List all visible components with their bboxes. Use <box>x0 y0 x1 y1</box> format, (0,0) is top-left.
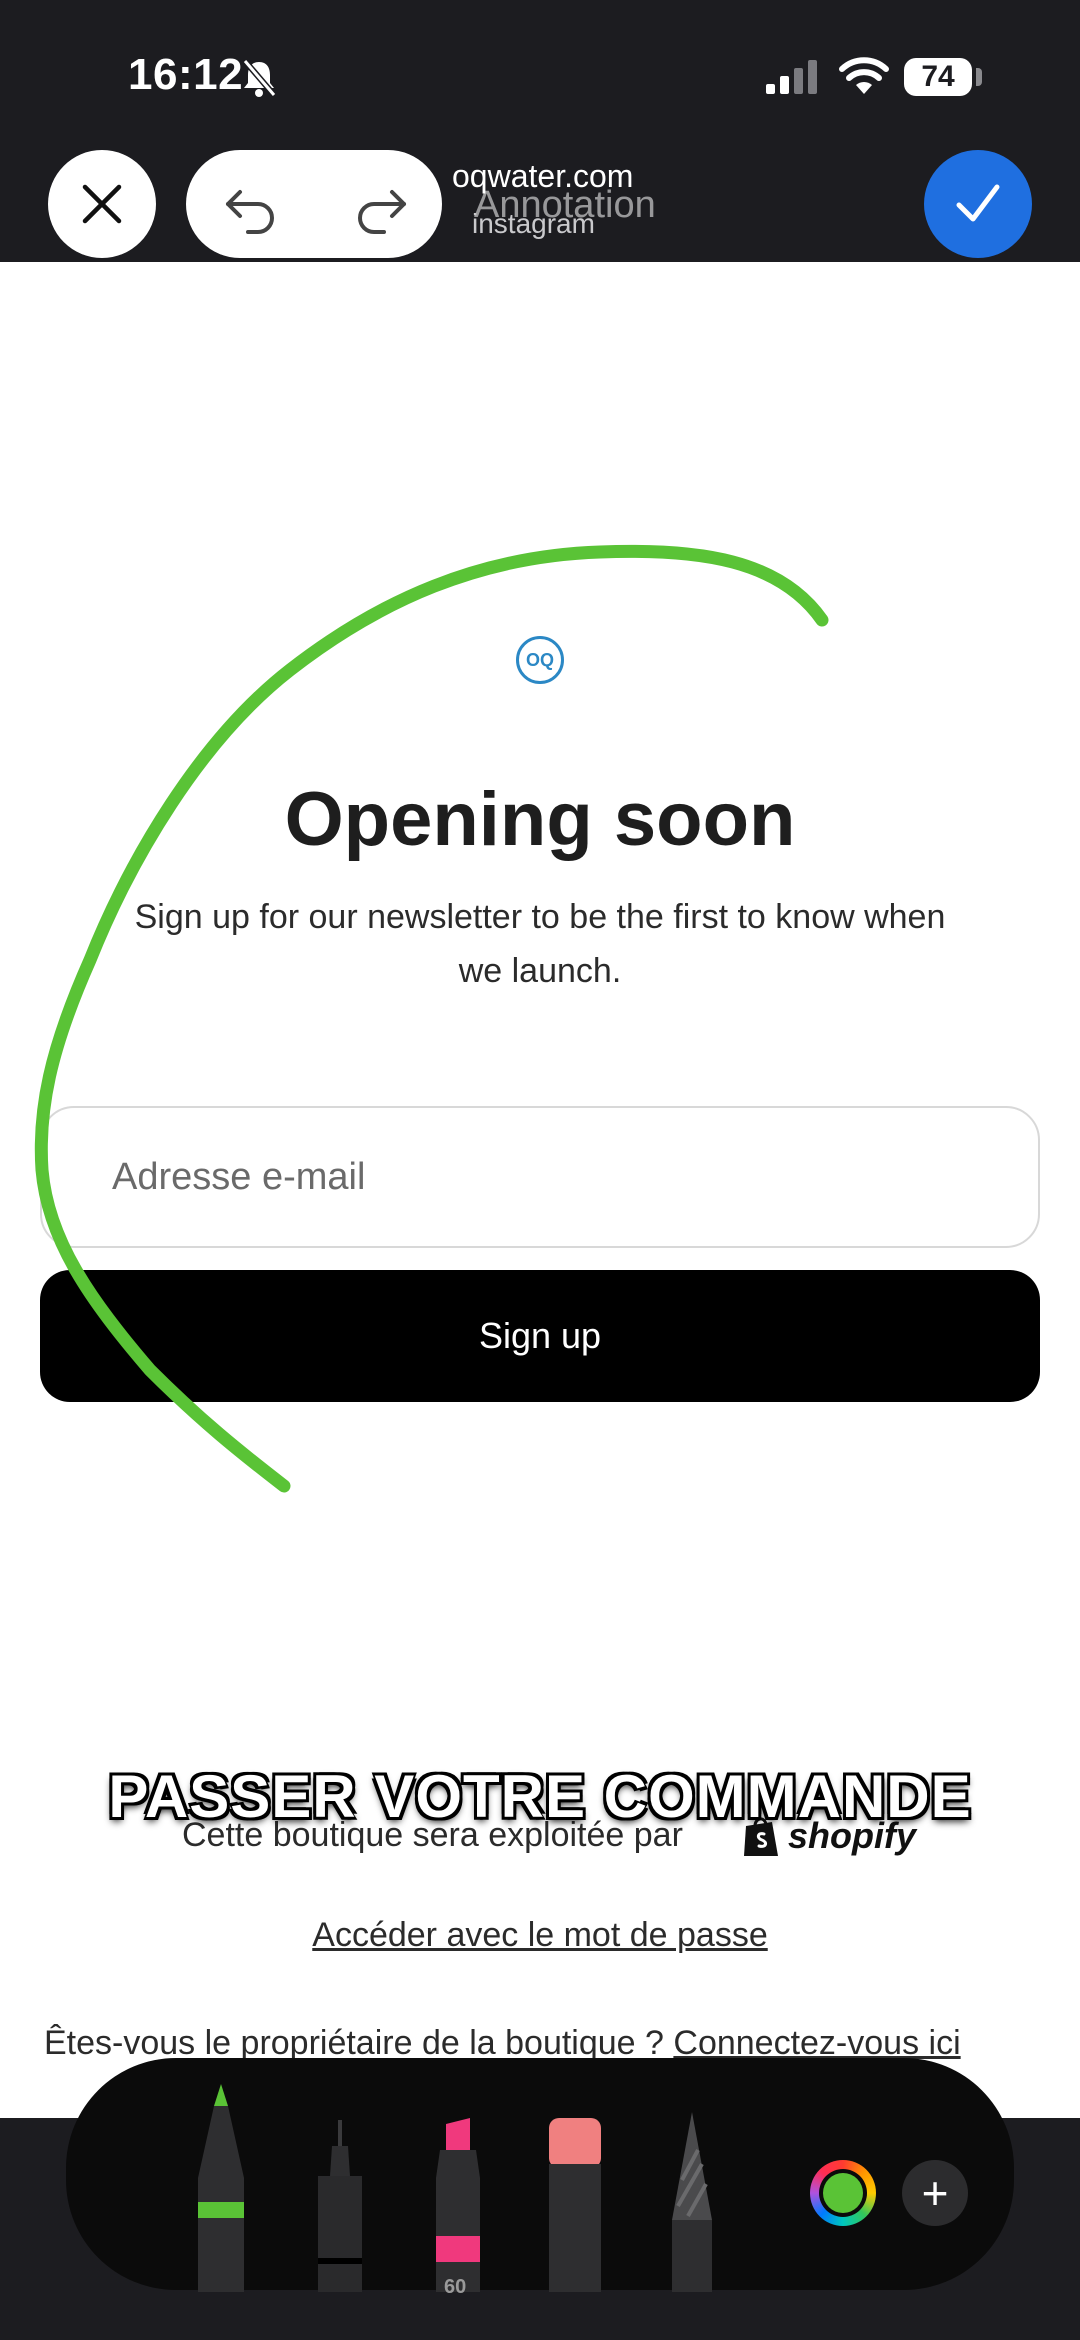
source-app: instagram <box>472 208 595 239</box>
plus-icon[interactable]: + <box>902 2160 968 2226</box>
fineliner-tool[interactable] <box>312 2118 368 2292</box>
eraser-tool[interactable] <box>546 2116 604 2292</box>
owner-login-link[interactable]: Connectez-vous ici <box>673 2024 960 2062</box>
battery-nub <box>976 68 982 86</box>
close-icon <box>82 184 122 224</box>
owner-question: Êtes-vous le propriétaire de la boutique… <box>44 2024 664 2062</box>
page-subtitle: Sign up for our newsletter to be the fir… <box>134 898 946 990</box>
marker-tool[interactable] <box>428 2116 488 2292</box>
page-title: Opening soon <box>284 777 796 862</box>
color-picker-ring <box>819 2169 867 2217</box>
pen-tool[interactable] <box>190 2082 252 2292</box>
brand-logo: OQ <box>516 636 564 684</box>
undo-redo-group <box>186 150 442 258</box>
undo-icon[interactable] <box>220 176 280 236</box>
wifi-icon <box>839 57 889 94</box>
checkmark-icon <box>956 184 1000 222</box>
color-picker-icon[interactable] <box>810 2160 876 2226</box>
close-button[interactable] <box>48 150 156 258</box>
password-link[interactable]: Accéder avec le mot de passe <box>0 1916 1080 1955</box>
video-caption: PASSER VOTRE COMMANDE <box>108 1763 972 1830</box>
pencil-tool[interactable] <box>664 2110 720 2292</box>
battery-icon: 74 <box>904 58 972 96</box>
status-time: 16:12 <box>128 50 244 99</box>
bell-slash-icon <box>242 59 277 97</box>
selected-color-swatch <box>823 2173 863 2213</box>
signup-button[interactable]: Sign up <box>40 1270 1040 1402</box>
signal-icon <box>766 60 817 94</box>
redo-icon[interactable] <box>352 176 412 236</box>
marker-opacity-label: 60 <box>444 2276 467 2298</box>
done-button[interactable] <box>924 150 1032 258</box>
email-field[interactable] <box>40 1106 1040 1248</box>
